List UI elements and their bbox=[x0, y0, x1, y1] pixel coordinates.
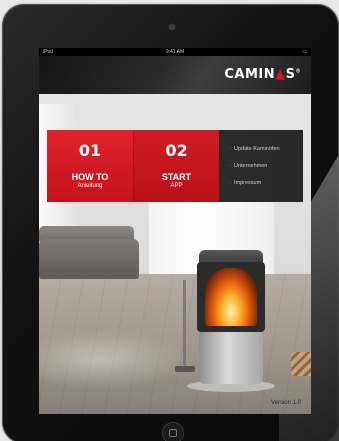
stove-image bbox=[187, 250, 275, 392]
firewood bbox=[291, 352, 311, 376]
home-square-icon bbox=[169, 429, 177, 437]
link-label: Unternehmen bbox=[234, 162, 268, 169]
tile-title: START bbox=[161, 172, 192, 182]
tile-number: 01 bbox=[78, 141, 102, 160]
caminos-logo: CAMIN▲S® bbox=[224, 67, 301, 82]
app-header: CAMIN▲S® bbox=[39, 56, 311, 94]
battery-icon: ▭ bbox=[302, 49, 307, 55]
chevron-right-icon: › bbox=[229, 145, 231, 152]
app-screen: iPod 9:41 AM ▭ CAMIN▲S® 01 HOW TO Anleit… bbox=[39, 48, 311, 414]
front-camera bbox=[169, 24, 175, 30]
tile-subtitle: Anleitung bbox=[77, 183, 103, 189]
tile-title: HOW TO bbox=[71, 172, 109, 182]
flame-icon: ▲ bbox=[275, 67, 286, 82]
tile-number: 02 bbox=[165, 141, 188, 160]
ipad-frame: iPod 9:41 AM ▭ CAMIN▲S® 01 HOW TO Anleit… bbox=[2, 4, 339, 441]
home-button[interactable] bbox=[162, 422, 184, 441]
link-unternehmen[interactable]: › Unternehmen bbox=[229, 157, 303, 174]
chevron-right-icon: › bbox=[229, 162, 231, 169]
main-menu: 01 HOW TO Anleitung 02 START APP › Updat… bbox=[47, 130, 303, 202]
fireplace-tools bbox=[183, 280, 186, 370]
tile-subtitle: APP bbox=[170, 183, 183, 189]
link-update-kaminoefen[interactable]: › Update Kaminöfen bbox=[229, 140, 303, 157]
link-label: Update Kaminöfen bbox=[234, 145, 280, 152]
status-time: 9:41 AM bbox=[165, 49, 185, 55]
status-bar: iPod 9:41 AM ▭ bbox=[39, 48, 311, 56]
link-label: Impressum bbox=[234, 179, 262, 186]
fire-icon bbox=[205, 268, 257, 326]
link-impressum[interactable]: › Impressum bbox=[229, 174, 303, 191]
how-to-button[interactable]: 01 HOW TO Anleitung bbox=[47, 130, 133, 202]
version-label: Version 1.0 bbox=[270, 400, 301, 406]
chevron-right-icon: › bbox=[229, 179, 231, 186]
links-panel: › Update Kaminöfen › Unternehmen › Impre… bbox=[219, 130, 303, 202]
start-app-button[interactable]: 02 START APP bbox=[133, 130, 219, 202]
carrier-label: iPod bbox=[43, 49, 54, 55]
